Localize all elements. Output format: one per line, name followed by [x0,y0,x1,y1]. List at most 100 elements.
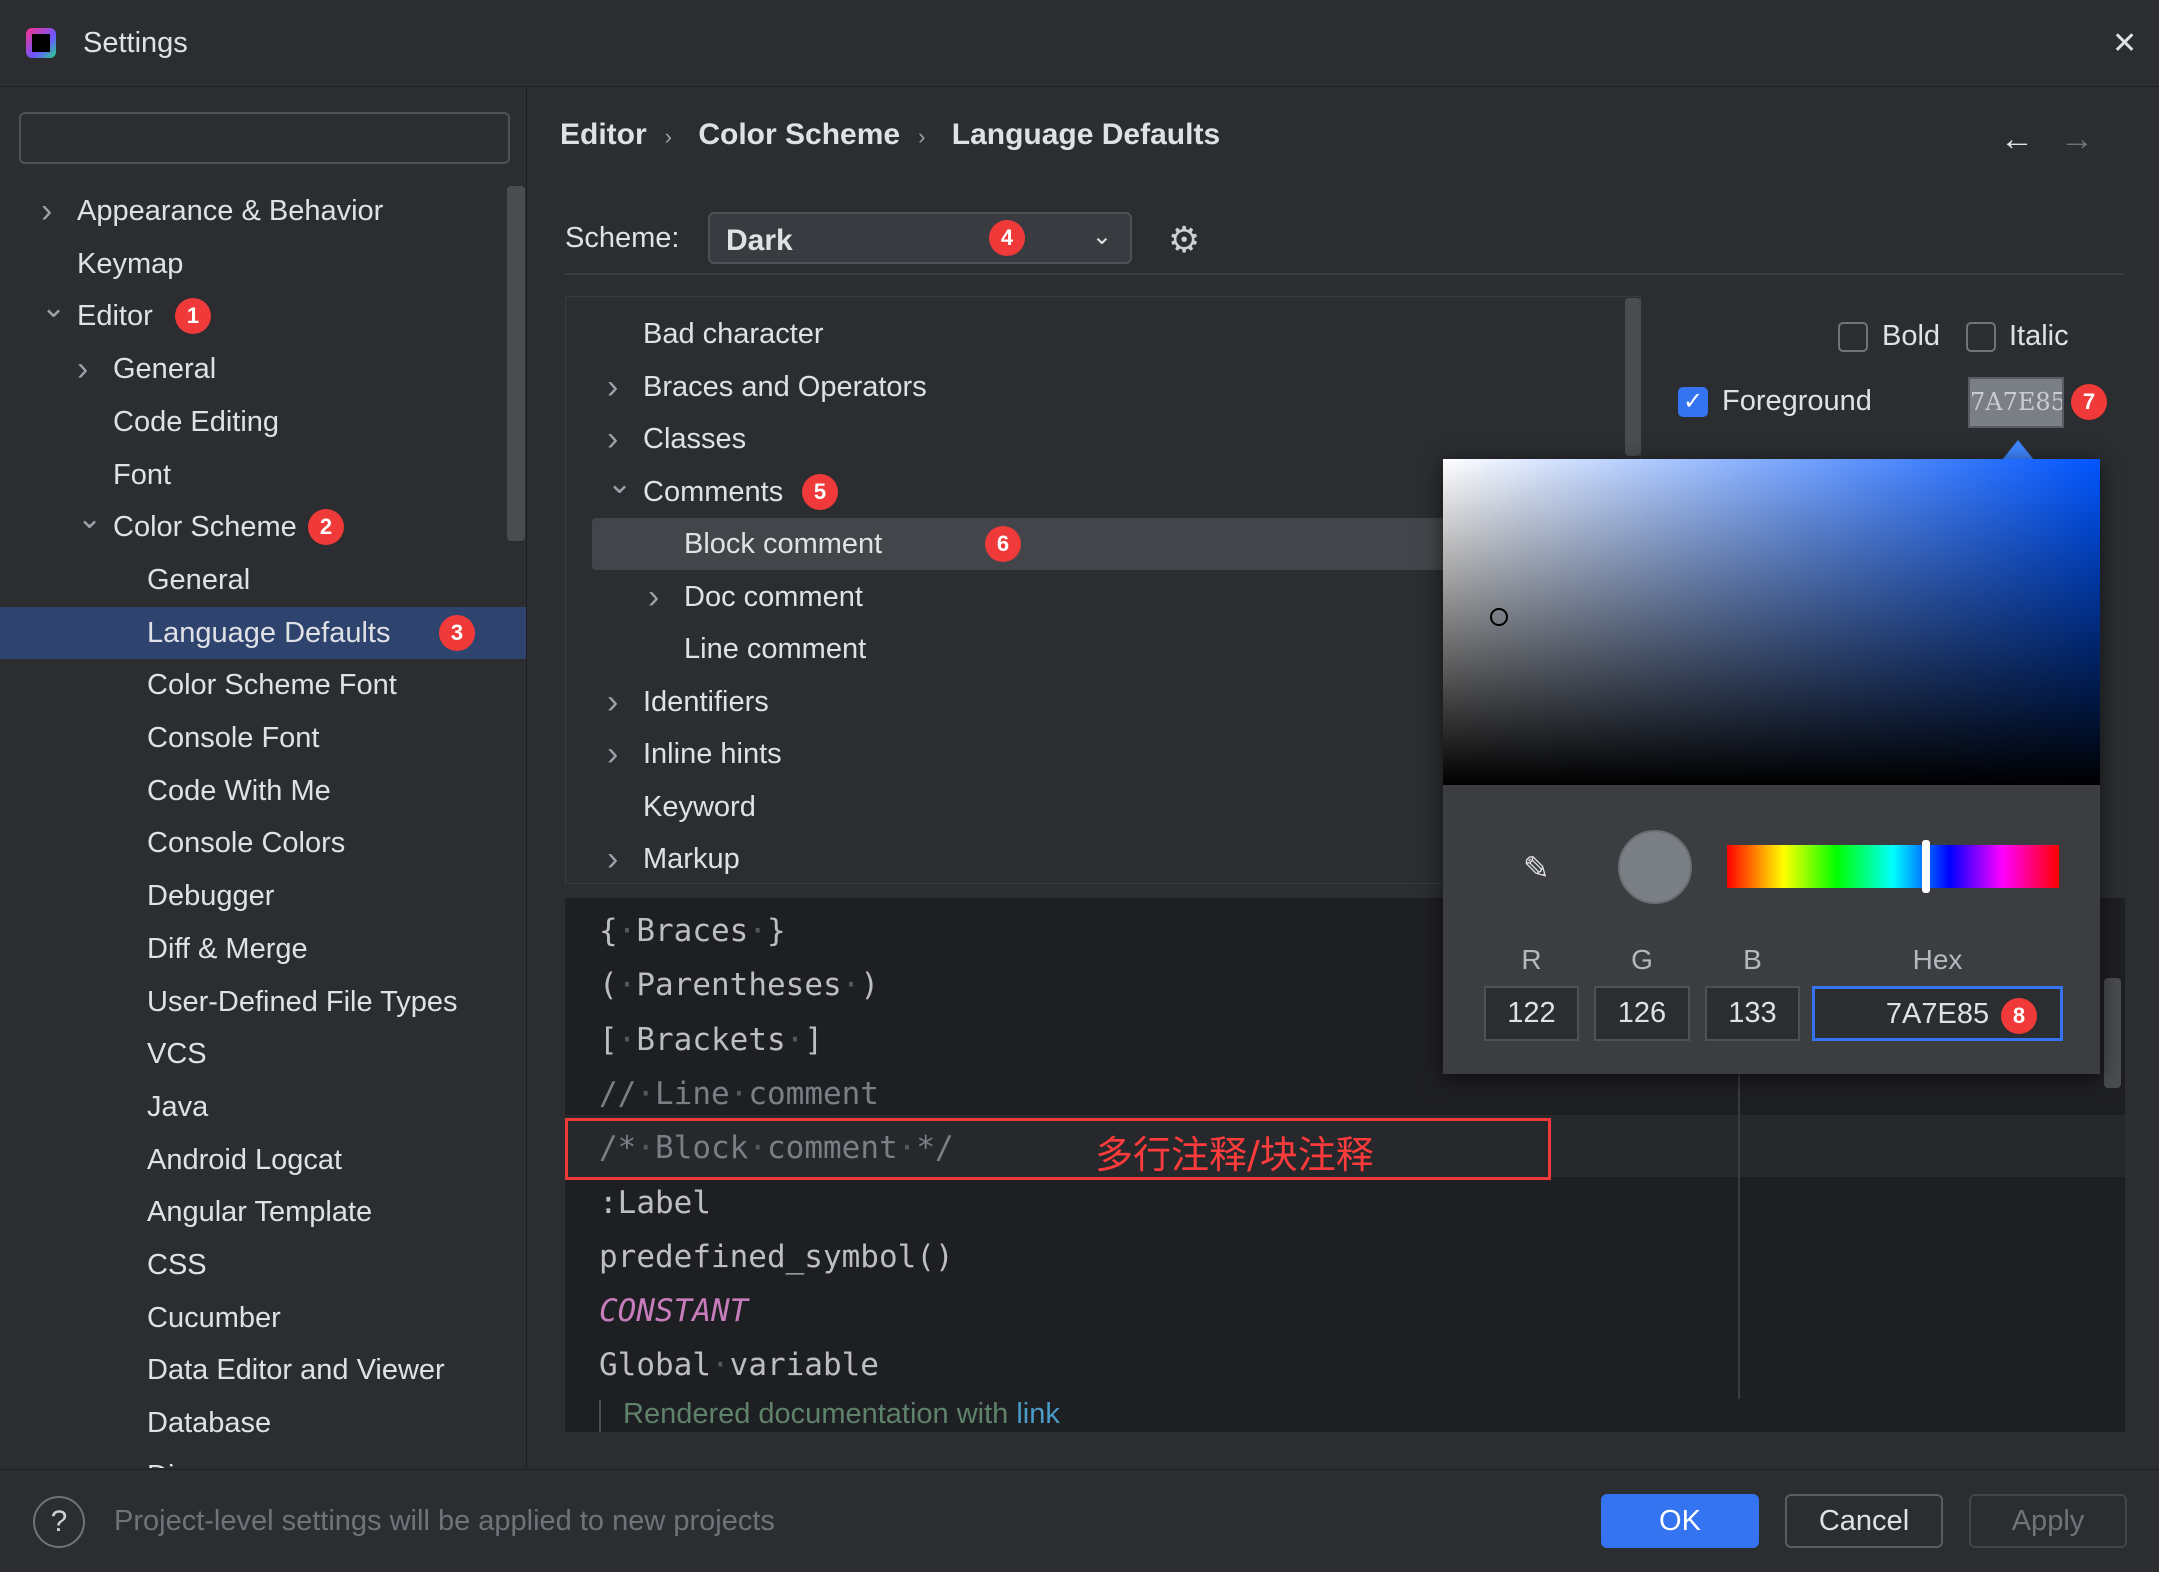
breadcrumb-editor[interactable]: Editor [560,118,647,151]
sidebar-item-language-defaults[interactable]: Language Defaults 3 [0,606,526,659]
preview-scrollbar[interactable] [2104,978,2121,1088]
sidebar-item-appearance-behavior[interactable]: › Appearance & Behavior [0,185,526,237]
sidebar-item-console-font[interactable]: Console Font [0,712,526,764]
hue-slider-thumb[interactable] [1922,840,1930,893]
chevron-down-icon[interactable]: ⌄ [41,282,66,334]
sidebar-item-database[interactable]: Database [0,1397,526,1449]
code-line: :Label [599,1184,711,1221]
eyedropper-icon[interactable]: ✎ [1523,849,1550,887]
b-input[interactable]: 133 [1705,986,1800,1041]
chevron-right-icon[interactable]: › [41,185,52,237]
sidebar-item-code-with-me[interactable]: Code With Me [0,765,526,817]
sidebar-item-android-logcat[interactable]: Android Logcat [0,1134,526,1186]
chevron-right-icon[interactable]: › [607,361,618,413]
g-input[interactable]: 126 [1594,986,1690,1041]
sidebar-item-diagrams[interactable]: Diagrams [0,1450,526,1468]
sidebar-scrollbar[interactable] [507,186,525,541]
sidebar-item-label: Diagrams [147,1450,271,1468]
color-cursor[interactable] [1490,608,1508,626]
tree-item-braces-and-operators[interactable]: › Braces and Operators [566,361,1640,413]
annotation-badge: 7 [2071,384,2107,420]
sidebar-item-label: VCS [147,1038,207,1071]
sidebar-item-angular-template[interactable]: Angular Template [0,1186,526,1238]
sidebar-item-keymap[interactable]: Keymap [0,238,526,290]
chevron-right-icon[interactable]: › [648,571,659,623]
annotation-badge: 4 [989,220,1025,256]
r-input[interactable]: 122 [1484,986,1579,1041]
whitespace-marker: · [841,967,861,1004]
tree-item-label: Keyword [643,790,756,823]
code-line: (·Parentheses·) [599,967,879,1004]
sidebar-item-general[interactable]: General [0,554,526,606]
code-line: //·Line·comment [599,1075,879,1112]
sidebar-item-console-colors[interactable]: Console Colors [0,817,526,869]
code-line: CONSTANT [599,1293,749,1330]
right-margin-guide [1738,1074,1740,1399]
whitespace-marker: · [617,1021,637,1058]
sidebar-item-code-editing[interactable]: Code Editing [0,396,526,448]
doc-link[interactable]: link [1016,1398,1060,1430]
sidebar-item-color-scheme-font[interactable]: Color Scheme Font [0,659,526,711]
sidebar-item-label: Java [147,1090,209,1123]
sidebar-item-label: Cucumber [147,1301,281,1334]
bold-checkbox[interactable] [1838,322,1868,352]
sidebar-item-user-defined-file-types[interactable]: User-Defined File Types [0,976,526,1028]
chevron-right-icon[interactable]: › [77,343,88,395]
g-label: G [1631,944,1653,975]
italic-checkbox[interactable] [1966,322,1996,352]
sidebar-item-general[interactable]: › General [0,343,526,395]
tree-item-label: Line comment [684,633,867,665]
breadcrumb-color-scheme[interactable]: Color Scheme [698,118,900,151]
popup-pointer [2002,440,2034,460]
doc-bar [599,1400,601,1432]
saturation-value-area[interactable] [1443,459,2100,785]
app-logo-icon [26,28,56,58]
sidebar-item-cucumber[interactable]: Cucumber [0,1292,526,1344]
foreground-checkbox[interactable]: ✓ [1678,387,1708,417]
code-line: [·Brackets·] [599,1021,823,1058]
sidebar-item-css[interactable]: CSS [0,1239,526,1291]
tree-item-classes[interactable]: › Classes [566,413,1640,465]
hue-slider[interactable] [1727,845,2059,888]
tree-item-label: Identifiers [643,685,769,718]
forward-arrow-icon[interactable]: → [2060,120,2094,159]
tree-item-label: Classes [643,423,747,455]
ok-button[interactable]: OK [1601,1494,1759,1548]
doc-text: Rendered documentation with [623,1398,1017,1430]
whitespace-marker: · [617,967,637,1004]
close-icon[interactable]: ✕ [2112,26,2137,61]
annotation-badge: 1 [175,298,211,335]
gear-icon[interactable]: ⚙ [1168,219,1200,261]
sidebar-item-java[interactable]: Java [0,1081,526,1133]
cancel-button[interactable]: Cancel [1785,1494,1943,1548]
sidebar-item-color-scheme[interactable]: ⌄ Color Scheme 2 [0,501,526,553]
italic-label: Italic [2009,320,2069,352]
divider [565,273,2125,275]
sidebar-item-vcs[interactable]: VCS [0,1028,526,1080]
whitespace-marker: · [729,1075,749,1112]
breadcrumb: Editor › Color Scheme › Language Defaults [560,118,1238,152]
sidebar-item-editor[interactable]: ⌄ Editor 1 [0,290,526,342]
back-arrow-icon[interactable]: ← [2000,120,2034,159]
tree-item-bad-character[interactable]: Bad character [566,308,1640,360]
help-icon[interactable]: ? [33,1496,85,1548]
sidebar-item-data-editor-and-viewer[interactable]: Data Editor and Viewer [0,1344,526,1396]
apply-button[interactable]: Apply [1969,1494,2127,1548]
sidebar-item-debugger[interactable]: Debugger [0,870,526,922]
chevron-right-icon[interactable]: › [607,676,618,728]
chevron-down-icon[interactable]: ⌄ [607,458,632,510]
chevron-down-icon[interactable]: ⌄ [77,493,102,545]
sidebar-item-label: Android Logcat [147,1143,343,1176]
sidebar-item-label: Font [113,458,172,491]
tree-item-label: Doc comment [684,580,863,613]
tree-item-label: Comments [643,475,784,508]
foreground-color-swatch[interactable]: 7A7E85 [1968,377,2064,428]
sidebar-item-diff-merge[interactable]: Diff & Merge [0,923,526,975]
sidebar-item-label: Diff & Merge [147,932,308,965]
chevron-right-icon[interactable]: › [607,728,618,780]
tree-scrollbar[interactable] [1625,298,1641,456]
chevron-right-icon[interactable]: › [607,833,618,883]
scheme-dropdown[interactable]: Dark 4 ⌄ [708,212,1132,264]
code-line: Global·variable [599,1347,879,1384]
search-input[interactable] [19,112,510,164]
